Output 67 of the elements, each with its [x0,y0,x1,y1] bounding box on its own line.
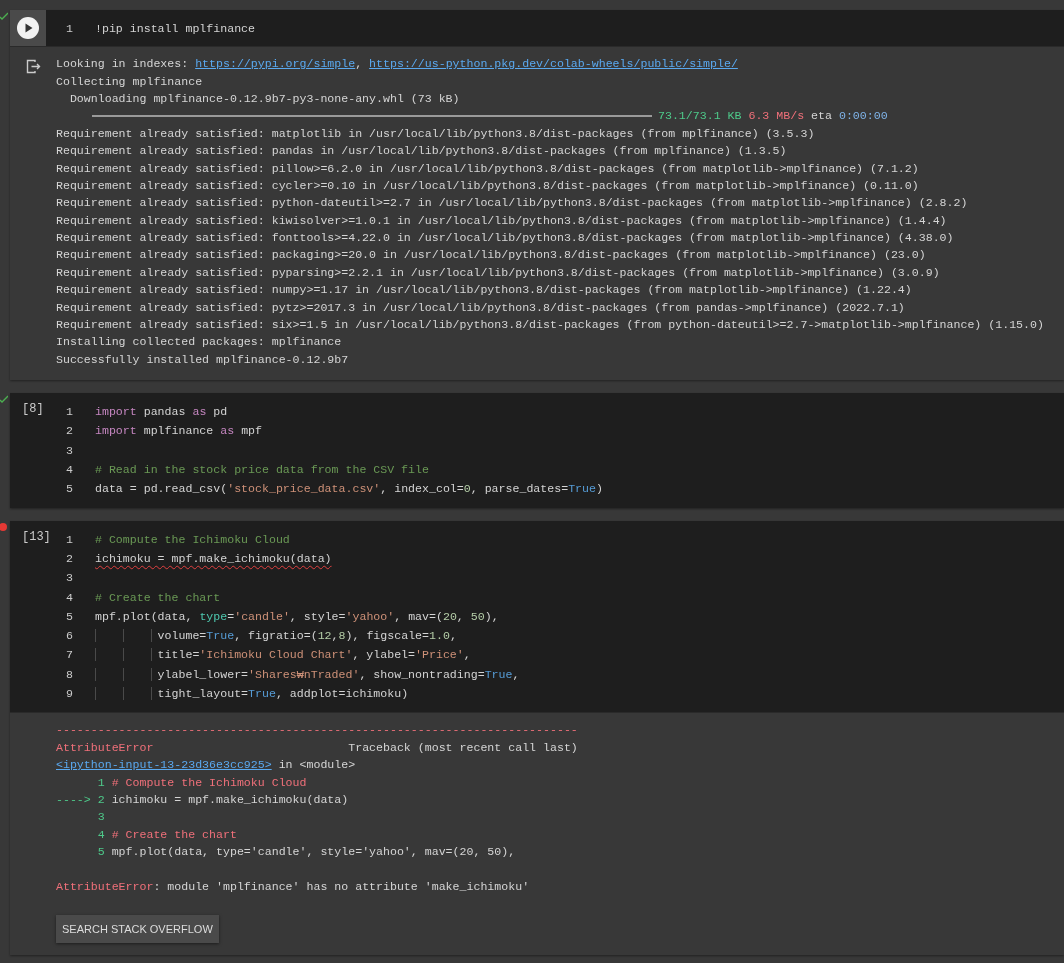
code-text: # Read in the stock price data from the CSV file [95,463,429,477]
code-text: # Create the chart [95,590,221,604]
line-number: 4 [65,590,74,604]
code-text: tight_layout=True, addplot=ichimoku) [95,687,409,701]
execution-count: [13] [21,528,52,546]
code-text: import mplfinance as mpf [95,424,262,438]
code-text: volume=True, figratio=(12,8), figscale=1.0, [95,629,457,643]
output-line: <ipython-input-13-23d36e3cc925> in <module> [56,758,356,772]
line-number: 3 [65,443,74,457]
code-editor[interactable]: 1 !pip install mplfinance [10,10,1064,46]
output-line: Requirement already satisfied: matplotlib in /usr/local/lib/python3.8/dist-packages (from mplfinance) (3.5.3) [56,126,815,140]
execution-count: [8] [21,401,45,419]
output-icon[interactable] [25,59,41,74]
output-line: Requirement already satisfied: pillow>=6.2.0 in /usr/local/lib/python3.8/dist-packages (from matplotlib->mplfinance) (7.1.2) [56,161,919,175]
code-editor[interactable] [10,520,1064,713]
code-text: data = pd.read_csv('stock_price_data.csv', index_col=0, parse_dates=True) [95,482,603,496]
output-line: Requirement already satisfied: pyparsing>=2.2.1 in /usr/local/lib/python3.8/dist-packages (from matplotlib->mplfinance) (3.0.9) [56,265,940,279]
output-line: AttributeError Traceback (most recent call last) [56,740,578,754]
run-button[interactable] [10,10,46,46]
output-line: Requirement already satisfied: fonttools>=4.22.0 in /usr/local/lib/python3.8/dist-packages (from matplotlib->mplfinance) (4.38.0) [56,231,954,245]
output-line: Downloading mplfinance-0.12.9b7-py3-none-any.whl (73 kB) [68,91,460,105]
code-text: # Compute the Ichimoku Cloud [95,532,290,546]
output-line: 4 # Create the chart [97,827,237,841]
line-number: 9 [65,687,74,701]
output-line: Requirement already satisfied: six>=1.5 in /usr/local/lib/python3.8/dist-packages (from python-dateutil>=2.7->matplotlib->mplfinance) (1.15.0) [56,318,1044,332]
output-line: Requirement already satisfied: packaging>=20.0 in /usr/local/lib/python3.8/dist-packages (from matplotlib->mplfinance) (23.0) [56,248,926,262]
play-icon [17,17,39,39]
output-line: Successfully installed mplfinance-0.12.9b7 [56,352,349,366]
output-line: Requirement already satisfied: cycler>=0.10 in /usr/local/lib/python3.8/dist-packages (from matplotlib->mplfinance) (0.11.0) [56,178,919,192]
line-number: 5 [65,609,74,623]
code-text: ylabel_lower='Shares₩nTraded', show_nontrading=True, [95,667,520,681]
code-text: ichimoku = mpf.make_ichimoku(data) [95,551,332,565]
output-line: --------------------------------------------------------------------------- [56,723,578,737]
output-line: 5 mpf.plot(data, type='candle', style='yahoo', mav=(20, 50), [97,845,516,859]
search-stack-overflow-button[interactable]: SEARCH STACK OVERFLOW [56,915,219,944]
code-text: title='Ichimoku Cloud Chart', ylabel='Price', [95,648,471,662]
output-line: Collecting mplfinance [56,74,203,88]
line-number: 5 [65,482,74,496]
output-line: Requirement already satisfied: kiwisolver>=1.0.1 in /usr/local/lib/python3.8/dist-packages (from matplotlib->mplfinance) (1.4.4) [56,213,947,227]
output-line: Requirement already satisfied: python-dateutil>=2.7 in /usr/local/lib/python3.8/dist-packages (from matplotlib->mplfinance) (2.8.2) [56,196,968,210]
line-number: 2 [65,551,74,565]
line-number: 1 [65,532,74,546]
line-number: 6 [65,629,74,643]
code-text: import pandas as pd [95,405,228,419]
output-line: AttributeError: module 'mplfinance' has no attribute 'make_ichimoku' [56,879,530,893]
output-line: Installing collected packages: mplfinance [56,335,342,349]
code-text: !pip install mplfinance [95,21,256,35]
code-text: mpf.plot(data, type='candle', style='yahoo', mav=(20, 50), [95,609,499,623]
link[interactable]: https://us-python.pkg.dev/colab-wheels/public/simple/ [369,57,738,71]
code-editor[interactable]: [8] 1 import pandas as pd 2 import mplfinance as mpf 3 4 # Read in the stock price data from the CSV file 5 data = pd.read_csv('stock_price_data.csv', index_col=0, parse_dates=True) [10,393,1064,508]
line-number: 8 [65,667,74,681]
link[interactable]: <ipython-input-13-23d36e3cc925> [56,758,272,772]
link[interactable]: https://pypi.org/simple [195,57,356,71]
line-number: 7 [65,648,74,662]
output-line: 73.1/73.1 KB 6.3 MB/s eta 0:00:00 [658,109,888,123]
output-line: 3 [97,810,105,824]
output-line: Requirement already satisfied: numpy>=1.17 in /usr/local/lib/python3.8/dist-packages (from matplotlib->mplfinance) (1.22.4) [56,283,912,297]
output-line: Requirement already satisfied: pytz>=2017.3 in /usr/local/lib/python3.8/dist-packages (from pandas->mplfinance) (2022.7.1) [56,300,905,314]
output-line: 1 # Compute the Ichimoku Cloud [97,775,307,789]
line-number: 4 [65,463,74,477]
line-number: 2 [65,424,74,438]
line-number: 1 [65,405,74,419]
line-number: 3 [65,571,74,585]
output-line: Looking in indexes: https://pypi.org/simple, https://us-python.pkg.dev/colab-wheels/public/simple/ [56,57,738,71]
output-line: ----> 2 ichimoku = mpf.make_ichimoku(data) [56,792,349,806]
line-number: 1 [65,21,74,35]
output-line: Requirement already satisfied: pandas in /usr/local/lib/python3.8/dist-packages (from mplfinance) (1.3.5) [56,144,787,158]
